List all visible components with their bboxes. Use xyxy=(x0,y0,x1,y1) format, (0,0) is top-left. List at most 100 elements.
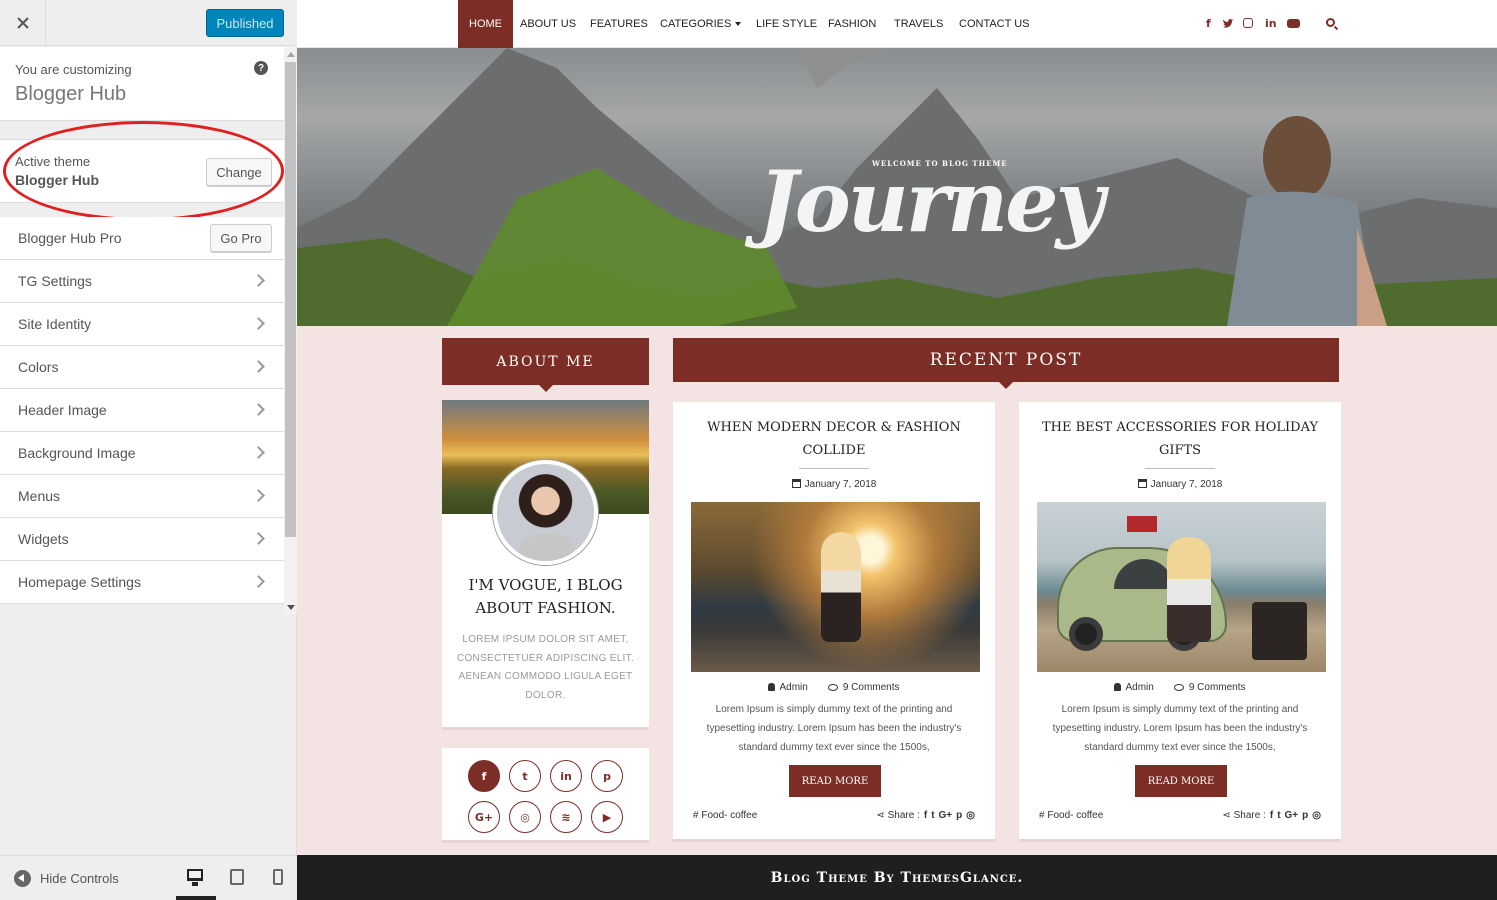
google-plus-icon[interactable]: G+ xyxy=(1285,810,1299,821)
go-pro-button[interactable]: Go Pro xyxy=(210,224,272,252)
desktop-icon[interactable] xyxy=(187,869,203,886)
scroll-down-arrow-icon[interactable] xyxy=(287,605,295,610)
nav-features[interactable]: FEATURES xyxy=(590,0,648,48)
chevron-right-icon xyxy=(252,532,265,545)
mobile-icon[interactable] xyxy=(273,869,283,885)
twitter-icon[interactable]: t xyxy=(931,810,934,821)
section-header-image[interactable]: Header Image xyxy=(0,389,284,432)
post-divider xyxy=(1145,468,1215,469)
post-image-figure xyxy=(1167,537,1211,642)
google-plus-icon[interactable]: G+ xyxy=(468,801,500,833)
twitter-icon[interactable]: t xyxy=(1277,810,1280,821)
section-label: Site Identity xyxy=(18,316,92,332)
youtube-icon[interactable]: ▶ xyxy=(591,801,623,833)
instagram-icon[interactable] xyxy=(1243,18,1253,28)
about-title: I'M VOGUE, I BLOG ABOUT FASHION. xyxy=(468,576,623,617)
section-label: Homepage Settings xyxy=(18,574,141,590)
customizer-section-list: Blogger Hub Pro Go Pro TG Settings Site … xyxy=(0,217,284,604)
facebook-icon[interactable]: f xyxy=(468,760,500,792)
calendar-icon xyxy=(791,479,801,488)
section-colors[interactable]: Colors xyxy=(0,346,284,389)
active-theme-name: Blogger Hub xyxy=(15,172,99,188)
post-meta: Admin 9 Comments xyxy=(673,682,995,693)
avatar xyxy=(493,460,598,565)
post-divider xyxy=(799,468,869,469)
close-icon[interactable] xyxy=(0,0,46,46)
section-tg-settings[interactable]: TG Settings xyxy=(0,260,284,303)
nav-travels[interactable]: TRAVELS xyxy=(894,0,943,48)
post-author[interactable]: Admin xyxy=(779,682,807,693)
search-icon[interactable] xyxy=(1326,18,1335,27)
customizer-panel: Published You are customizing Blogger Hu… xyxy=(0,0,297,900)
post-title[interactable]: THE BEST ACCESSORIES FOR HOLIDAY GIFTS xyxy=(1039,416,1321,462)
customizer-footer: Hide Controls xyxy=(0,855,297,900)
facebook-icon[interactable]: f xyxy=(1206,17,1211,30)
read-more-button[interactable]: READ MORE xyxy=(1135,765,1227,797)
nav-contact-us[interactable]: CONTACT US xyxy=(959,0,1030,48)
pinterest-icon[interactable]: p xyxy=(956,810,962,821)
post-title[interactable]: WHEN MODERN DECOR & FASHION COLLIDE xyxy=(693,416,975,462)
customizer-info: You are customizing Blogger Hub ? xyxy=(0,47,284,121)
post-date-text: January 7, 2018 xyxy=(1150,479,1223,490)
section-widgets[interactable]: Widgets xyxy=(0,518,284,561)
section-label: Colors xyxy=(18,359,59,375)
recent-post-heading: Recent Post xyxy=(673,338,1339,389)
instagram-icon[interactable]: ◎ xyxy=(966,810,975,821)
site-footer: Blog Theme By ThemesGlance. xyxy=(297,855,1497,900)
section-menus[interactable]: Menus xyxy=(0,475,284,518)
google-plus-icon[interactable]: G+ xyxy=(939,810,953,821)
post-category[interactable]: # Food- coffee xyxy=(693,810,757,821)
linkedin-icon[interactable]: in xyxy=(1265,17,1277,30)
post-category-text: Food- coffee xyxy=(1047,810,1104,821)
pinterest-icon[interactable]: p xyxy=(591,760,623,792)
post-card: WHEN MODERN DECOR & FASHION COLLIDE Janu… xyxy=(673,402,995,842)
post-share: ⋖ Share : f t G+ p ◎ xyxy=(1222,810,1321,821)
nav-categories[interactable]: CATEGORIES xyxy=(660,0,742,48)
facebook-icon[interactable]: f xyxy=(924,810,927,821)
share-icon: ⋖ xyxy=(876,810,888,821)
post-category[interactable]: # Food- coffee xyxy=(1039,810,1103,821)
section-homepage-settings[interactable]: Homepage Settings xyxy=(0,561,284,604)
change-theme-button[interactable]: Change xyxy=(206,158,272,186)
scrollbar-thumb[interactable] xyxy=(285,62,296,537)
scroll-up-arrow-icon[interactable] xyxy=(287,52,295,57)
hide-controls-label[interactable]: Hide Controls xyxy=(40,871,119,886)
pro-row: Blogger Hub Pro Go Pro xyxy=(0,217,284,260)
nav-fashion[interactable]: FASHION xyxy=(828,0,876,48)
post-image[interactable] xyxy=(1037,502,1326,672)
twitter-icon[interactable]: t xyxy=(509,760,541,792)
youtube-icon[interactable] xyxy=(1287,19,1300,28)
twitter-icon[interactable] xyxy=(1223,19,1234,29)
active-theme-section: Active theme Blogger Hub Change xyxy=(0,139,284,203)
post-image[interactable] xyxy=(691,502,980,672)
post-date: January 7, 2018 xyxy=(673,479,995,490)
customizer-scrollbar[interactable] xyxy=(284,46,297,614)
post-comments[interactable]: 9 Comments xyxy=(843,682,900,693)
section-site-identity[interactable]: Site Identity xyxy=(0,303,284,346)
share-label: Share : xyxy=(887,810,920,821)
hide-controls-icon[interactable] xyxy=(14,870,31,887)
section-label: Widgets xyxy=(18,531,69,547)
help-icon[interactable]: ? xyxy=(254,61,268,75)
linkedin-icon[interactable]: in xyxy=(550,760,582,792)
active-device-indicator xyxy=(176,896,216,900)
read-more-button[interactable]: READ MORE xyxy=(789,765,881,797)
post-author[interactable]: Admin xyxy=(1125,682,1153,693)
instagram-icon[interactable]: ◎ xyxy=(1312,810,1321,821)
tablet-icon[interactable] xyxy=(230,869,244,885)
section-label: Header Image xyxy=(18,402,107,418)
pinterest-icon[interactable]: p xyxy=(1302,810,1308,821)
publish-button[interactable]: Published xyxy=(206,9,284,37)
nav-home[interactable]: HOME xyxy=(458,0,513,48)
facebook-icon[interactable]: f xyxy=(1270,810,1273,821)
nav-life-style[interactable]: LIFE STYLE xyxy=(756,0,817,48)
chevron-right-icon xyxy=(252,489,265,502)
chevron-right-icon xyxy=(252,274,265,287)
caret-down-icon xyxy=(735,22,742,26)
nav-about-us[interactable]: ABOUT US xyxy=(520,0,576,48)
section-background-image[interactable]: Background Image xyxy=(0,432,284,475)
rss-icon[interactable]: ≋ xyxy=(550,801,582,833)
section-label: TG Settings xyxy=(18,273,92,289)
post-comments[interactable]: 9 Comments xyxy=(1189,682,1246,693)
instagram-icon[interactable]: ◎ xyxy=(509,801,541,833)
